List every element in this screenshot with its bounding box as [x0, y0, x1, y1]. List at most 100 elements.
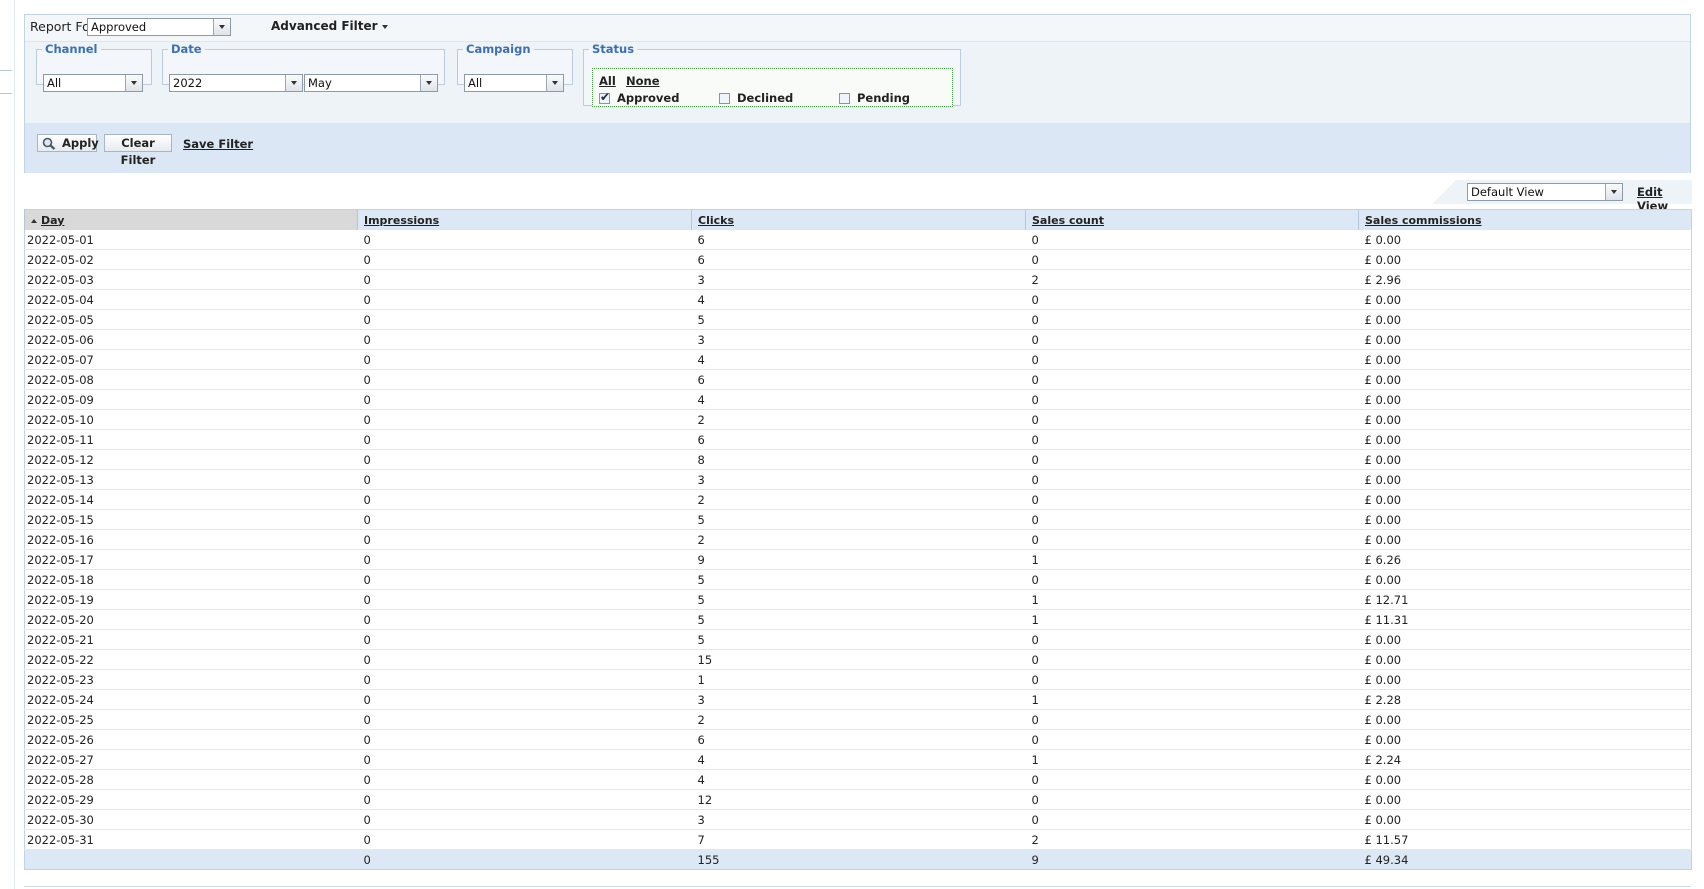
cell-clicks: 3 — [691, 329, 1026, 350]
campaign-select[interactable]: All — [464, 74, 564, 92]
cell-clicks: 3 — [691, 809, 1026, 830]
table-row: 2022-05-14 0 2 0 £ 0.00 — [24, 489, 1692, 510]
cell-day: 2022-05-03 — [24, 269, 358, 290]
cell-clicks: 3 — [691, 269, 1026, 290]
cell-impressions: 0 — [357, 529, 692, 550]
cell-sales-commissions: £ 0.00 — [1358, 769, 1692, 790]
cell-sales-commissions: £ 0.00 — [1358, 230, 1692, 250]
cell-sales-count: 0 — [1025, 529, 1359, 550]
view-select[interactable]: Default View — [1467, 183, 1623, 201]
column-header-sales-count[interactable]: Sales count — [1025, 209, 1359, 230]
view-bar: Default View Edit View — [1432, 180, 1692, 213]
cell-sales-count: 1 — [1025, 549, 1359, 570]
chevron-down-icon[interactable] — [1605, 184, 1622, 200]
cell-impressions: 0 — [357, 309, 692, 330]
report-for-value: Approved — [91, 20, 147, 34]
date-year-select[interactable]: 2022 — [169, 74, 303, 92]
status-select-all-link[interactable]: All — [599, 74, 616, 88]
clear-filter-button[interactable]: Clear Filter — [104, 134, 172, 167]
table-row: 2022-05-01 0 6 0 £ 0.00 — [24, 230, 1692, 250]
channel-select[interactable]: All — [43, 74, 143, 92]
cell-sales-commissions: £ 11.57 — [1358, 829, 1692, 850]
table-row: 2022-05-08 0 6 0 £ 0.00 — [24, 369, 1692, 390]
cell-clicks: 5 — [691, 309, 1026, 330]
column-header-day[interactable]: Day — [24, 209, 358, 230]
cell-sales-commissions: £ 11.31 — [1358, 609, 1692, 630]
table-row: 2022-05-05 0 5 0 £ 0.00 — [24, 309, 1692, 330]
cell-day: 2022-05-11 — [24, 429, 358, 450]
status-pending-label: Pending — [857, 91, 911, 105]
cell-impressions: 0 — [357, 569, 692, 590]
table-row: 2022-05-23 0 1 0 £ 0.00 — [24, 669, 1692, 690]
advanced-filter-button[interactable]: Advanced Filter — [271, 19, 388, 33]
cell-day: 2022-05-25 — [24, 709, 358, 730]
table-row: 2022-05-15 0 5 0 £ 0.00 — [24, 509, 1692, 530]
campaign-value: All — [468, 76, 483, 90]
cell-clicks: 4 — [691, 389, 1026, 410]
chevron-down-icon[interactable] — [546, 75, 563, 91]
cell-sales-count: 0 — [1025, 349, 1359, 370]
cell-impressions: 0 — [357, 769, 692, 790]
view-value: Default View — [1471, 185, 1544, 199]
cell-impressions: 0 — [357, 789, 692, 810]
cell-impressions: 0 — [357, 669, 692, 690]
cell-sales-count: 0 — [1025, 489, 1359, 510]
cell-day: 2022-05-14 — [24, 489, 358, 510]
cell-clicks: 6 — [691, 369, 1026, 390]
status-pending-checkbox[interactable] — [839, 93, 850, 104]
cell-day: 2022-05-08 — [24, 369, 358, 390]
table-row: 2022-05-31 0 7 2 £ 11.57 — [24, 829, 1692, 850]
cell-sales-commissions: £ 0.00 — [1358, 809, 1692, 830]
table-row: 2022-05-22 0 15 0 £ 0.00 — [24, 649, 1692, 670]
apply-label: Apply — [62, 136, 99, 150]
date-month-select[interactable]: May — [304, 74, 438, 92]
cell-clicks: 5 — [691, 589, 1026, 610]
table-row: 2022-05-24 0 3 1 £ 2.28 — [24, 689, 1692, 710]
cell-sales-commissions: £ 0.00 — [1358, 329, 1692, 350]
cell-clicks: 5 — [691, 629, 1026, 650]
cell-sales-count: 0 — [1025, 249, 1359, 270]
cell-day: 2022-05-06 — [24, 329, 358, 350]
chevron-down-icon[interactable] — [285, 75, 302, 91]
cell-sales-commissions: £ 0.00 — [1358, 249, 1692, 270]
table-row: 2022-05-27 0 4 1 £ 2.24 — [24, 749, 1692, 770]
cell-sales-count: 0 — [1025, 569, 1359, 590]
cell-sales-count: 0 — [1025, 669, 1359, 690]
cell-sales-count: 1 — [1025, 589, 1359, 610]
chevron-down-icon[interactable] — [420, 75, 437, 91]
column-header-impressions[interactable]: Impressions — [357, 209, 692, 230]
status-legend: Status — [592, 42, 635, 56]
chevron-down-icon[interactable] — [125, 75, 142, 91]
cell-sales-count: 0 — [1025, 789, 1359, 810]
status-options: All None Approved Declined Pending — [592, 68, 953, 107]
cell-day: 2022-05-05 — [24, 309, 358, 330]
column-header-clicks[interactable]: Clicks — [691, 209, 1026, 230]
column-header-sales-commissions[interactable]: Sales commissions — [1358, 209, 1692, 230]
cell-sales-count: 0 — [1025, 369, 1359, 390]
table-row: 2022-05-03 0 3 2 £ 2.96 — [24, 269, 1692, 290]
channel-legend: Channel — [45, 42, 98, 56]
table-row: 2022-05-12 0 8 0 £ 0.00 — [24, 449, 1692, 470]
cell-clicks: 4 — [691, 349, 1026, 370]
cell-day: 2022-05-19 — [24, 589, 358, 610]
report-for-select[interactable]: Approved — [87, 18, 231, 36]
left-frame-edge — [0, 0, 15, 889]
status-select-none-link[interactable]: None — [626, 74, 660, 88]
caret-down-icon — [381, 24, 388, 29]
status-approved-checkbox[interactable] — [599, 90, 610, 104]
cell-clicks: 3 — [691, 689, 1026, 710]
table-row: 2022-05-04 0 4 0 £ 0.00 — [24, 289, 1692, 310]
cell-clicks: 6 — [691, 429, 1026, 450]
cell-sales-count: 1 — [1025, 749, 1359, 770]
table-row: 2022-05-25 0 2 0 £ 0.00 — [24, 709, 1692, 730]
cell-day: 2022-05-18 — [24, 569, 358, 590]
save-filter-link[interactable]: Save Filter — [183, 137, 253, 151]
apply-button[interactable]: Apply — [37, 134, 99, 152]
report-table: Day Impressions Clicks Sales count Sales… — [24, 209, 1692, 870]
status-declined-checkbox[interactable] — [719, 93, 730, 104]
chevron-down-icon[interactable] — [213, 19, 230, 35]
table-row: 2022-05-19 0 5 1 £ 12.71 — [24, 589, 1692, 610]
table-row: 2022-05-18 0 5 0 £ 0.00 — [24, 569, 1692, 590]
date-year-value: 2022 — [173, 76, 203, 90]
cell-day: 2022-05-23 — [24, 669, 358, 690]
